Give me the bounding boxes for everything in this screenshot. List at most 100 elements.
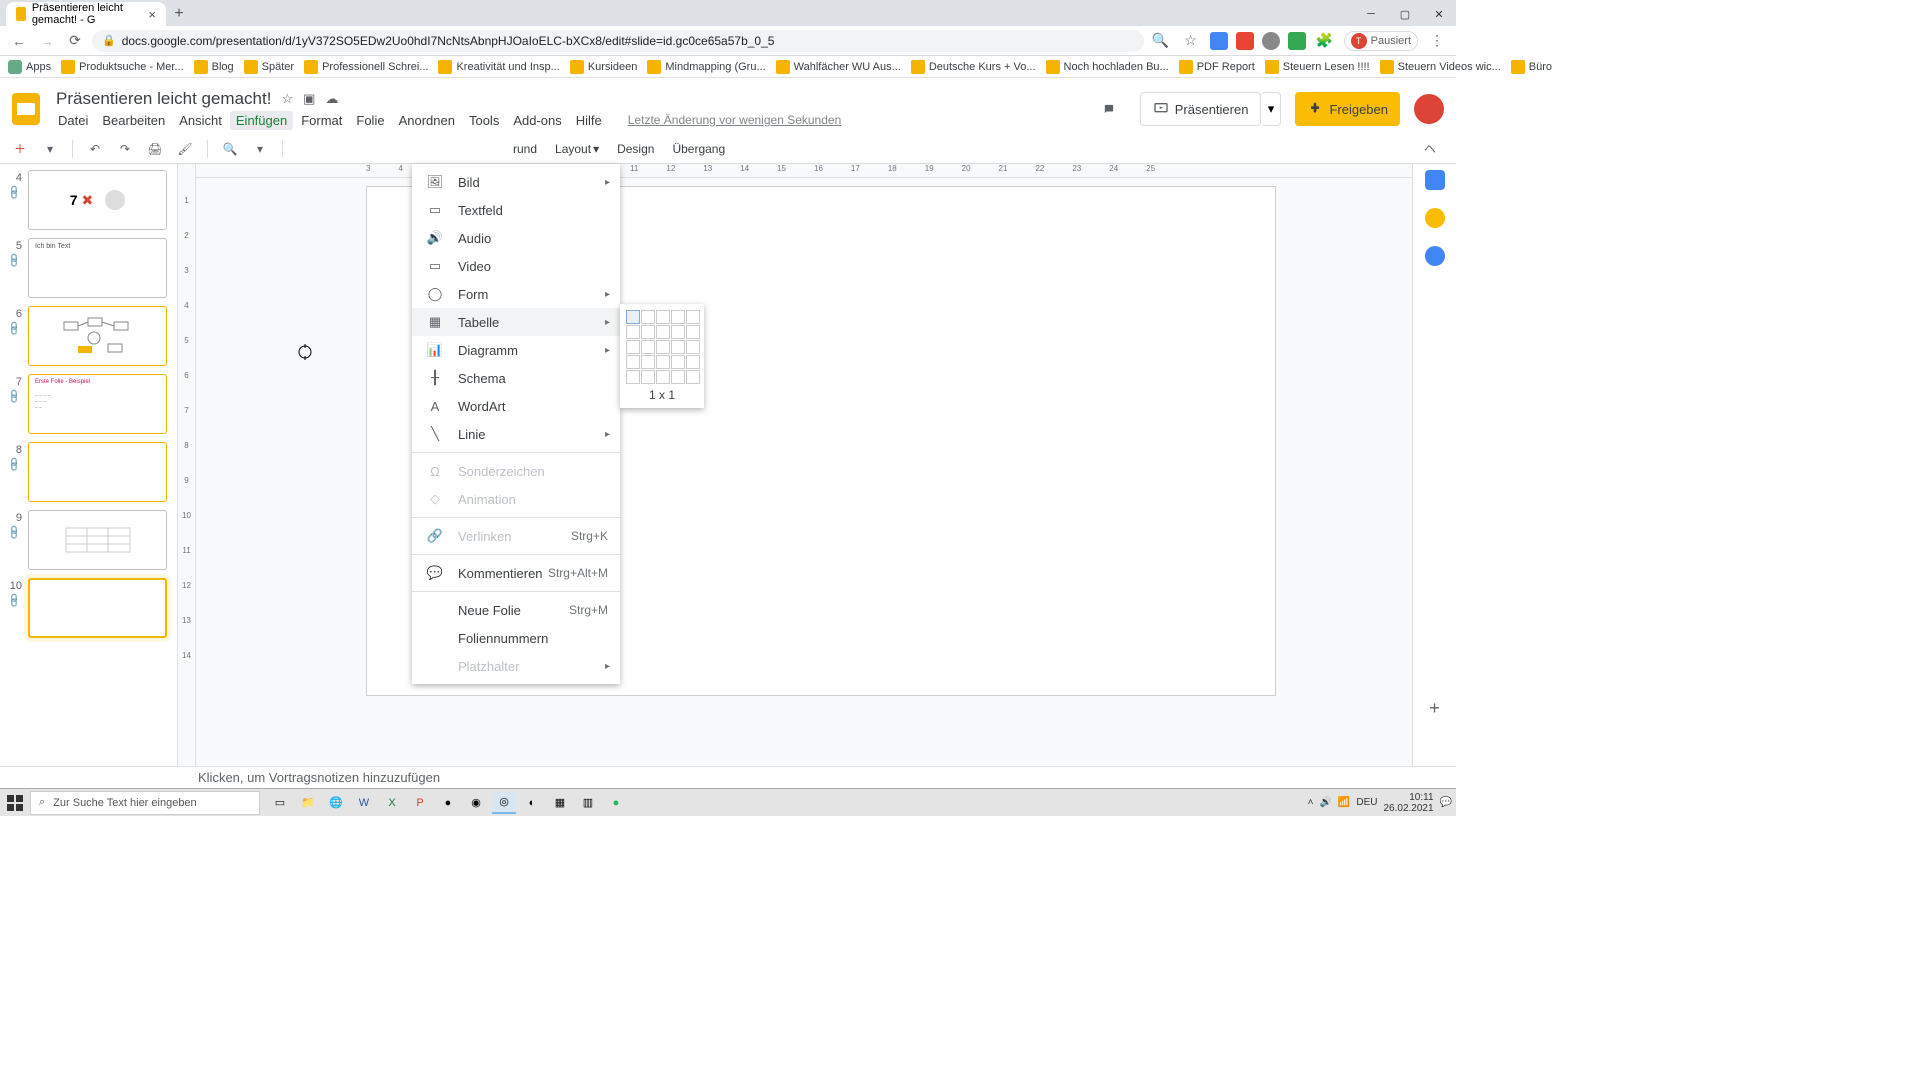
grid-cell[interactable]	[626, 370, 640, 384]
wifi-icon[interactable]: 📶	[1338, 797, 1350, 808]
chrome-menu-icon[interactable]: ⋮	[1426, 30, 1448, 52]
grid-cell[interactable]	[671, 310, 685, 324]
extension-icon[interactable]	[1236, 32, 1254, 50]
present-button[interactable]: Präsentieren	[1140, 92, 1262, 126]
bookmark-item[interactable]: Büro	[1511, 60, 1552, 74]
slide-thumbnail[interactable]: 7✖	[28, 170, 167, 230]
grid-cell[interactable]	[626, 340, 640, 354]
cursor-tool-button[interactable]	[293, 137, 307, 161]
edge-icon[interactable]: 🌐	[324, 792, 348, 814]
menu-item-tools[interactable]: Tools	[463, 111, 505, 130]
slide-row[interactable]: 7🔗Erste Folie - Beispiel– – – –– – –– –	[0, 372, 177, 440]
collapse-toolbar-button[interactable]: ヘ	[1418, 137, 1442, 161]
explorer-icon[interactable]: 📁	[296, 792, 320, 814]
task-view-icon[interactable]: ▭	[268, 792, 292, 814]
background-label-suffix[interactable]: rund	[513, 142, 537, 156]
star-icon[interactable]: ☆	[281, 91, 293, 107]
undo-button[interactable]: ↶	[83, 137, 107, 161]
grid-cell[interactable]	[626, 310, 640, 324]
bookmark-item[interactable]: Produktsuche - Mer...	[61, 60, 184, 74]
redo-button[interactable]: ↷	[113, 137, 137, 161]
grid-cell[interactable]	[686, 370, 700, 384]
bookmark-item[interactable]: Noch hochladen Bu...	[1046, 60, 1169, 74]
extensions-menu-icon[interactable]: 🧩	[1314, 30, 1336, 52]
zoom-button[interactable]: 🔍	[218, 137, 242, 161]
menu-item-datei[interactable]: Datei	[52, 111, 94, 130]
start-button[interactable]	[0, 795, 30, 811]
menu-item-textfeld[interactable]: ▭Textfeld	[412, 196, 620, 224]
extension-icon[interactable]	[1262, 32, 1280, 50]
slides-logo-icon[interactable]	[8, 91, 44, 127]
grid-cell[interactable]	[641, 355, 655, 369]
paint-format-button[interactable]: 🖌	[173, 137, 197, 161]
menu-item-foliennummern[interactable]: Foliennummern	[412, 624, 620, 652]
comment-history-button[interactable]	[1092, 92, 1126, 126]
calendar-icon[interactable]	[1425, 170, 1445, 190]
star-icon[interactable]: ☆	[1180, 30, 1202, 52]
menu-item-tabelle[interactable]: ▦Tabelle▸	[412, 308, 620, 336]
grid-cell[interactable]	[686, 355, 700, 369]
chevron-up-icon[interactable]: ˄	[1308, 797, 1314, 808]
close-tab-icon[interactable]: ×	[148, 7, 156, 22]
menu-item-anordnen[interactable]: Anordnen	[393, 111, 461, 130]
menu-item-diagramm[interactable]: 📊Diagramm▸	[412, 336, 620, 364]
new-slide-button[interactable]: ＋	[8, 137, 32, 161]
slide-thumbnail[interactable]	[28, 510, 167, 570]
menu-item-folie[interactable]: Folie	[350, 111, 390, 130]
excel-icon[interactable]: X	[380, 792, 404, 814]
slide-thumbnail[interactable]: Ich bin Text	[28, 238, 167, 298]
grid-cell[interactable]	[656, 325, 670, 339]
extension-icon[interactable]	[1288, 32, 1306, 50]
grid-cell[interactable]	[686, 325, 700, 339]
menu-item-hilfe[interactable]: Hilfe	[570, 111, 608, 130]
forward-button[interactable]: →	[36, 30, 58, 52]
app-icon[interactable]: ●	[436, 792, 460, 814]
filmstrip[interactable]: 4🔗7✖5🔗Ich bin Text6🔗7🔗Erste Folie - Beis…	[0, 164, 178, 766]
bookmark-item[interactable]: Blog	[194, 60, 234, 74]
slide-row[interactable]: 8🔗	[0, 440, 177, 508]
notifications-icon[interactable]: 💬	[1440, 797, 1452, 808]
menu-item-einfügen[interactable]: Einfügen	[230, 111, 293, 130]
menu-item-wordart[interactable]: AWordArt	[412, 392, 620, 420]
minimize-button[interactable]: ─	[1354, 2, 1388, 26]
share-button[interactable]: Freigeben	[1295, 92, 1400, 126]
bookmark-item[interactable]: PDF Report	[1179, 60, 1255, 74]
move-icon[interactable]: ▣	[303, 91, 315, 107]
grid-cell[interactable]	[641, 325, 655, 339]
grid-cell[interactable]	[656, 355, 670, 369]
menu-item-add-ons[interactable]: Add-ons	[507, 111, 567, 130]
grid-cell[interactable]	[671, 340, 685, 354]
system-tray[interactable]: ˄ 🔊 📶 DEU 10:11 26.02.2021 💬	[1308, 792, 1456, 814]
clock[interactable]: 10:11 26.02.2021	[1383, 792, 1433, 814]
menu-item-bild[interactable]: 🖼Bild▸	[412, 168, 620, 196]
grid-cell[interactable]	[671, 355, 685, 369]
bookmark-item[interactable]: Kreativität und Insp...	[438, 60, 559, 74]
grid-cell[interactable]	[641, 340, 655, 354]
menu-item-bearbeiten[interactable]: Bearbeiten	[96, 111, 171, 130]
menu-item-form[interactable]: ◯Form▸	[412, 280, 620, 308]
powerpoint-icon[interactable]: P	[408, 792, 432, 814]
close-window-button[interactable]: ✕	[1422, 2, 1456, 26]
extension-icon[interactable]	[1210, 32, 1228, 50]
maximize-button[interactable]: ▢	[1388, 2, 1422, 26]
slide-row[interactable]: 5🔗Ich bin Text	[0, 236, 177, 304]
menu-item-format[interactable]: Format	[295, 111, 348, 130]
print-button[interactable]: 🖨	[143, 137, 167, 161]
menu-item-audio[interactable]: 🔊Audio	[412, 224, 620, 252]
bookmark-item[interactable]: Später	[244, 60, 294, 74]
tasks-icon[interactable]	[1425, 246, 1445, 266]
transition-button[interactable]: Übergang	[672, 142, 725, 156]
app-icon[interactable]: ▥	[576, 792, 600, 814]
bookmark-item[interactable]: Steuern Lesen !!!!	[1265, 60, 1370, 74]
grid-cell[interactable]	[671, 325, 685, 339]
speaker-notes[interactable]: Klicken, um Vortragsnotizen hinzuzufügen	[0, 766, 1456, 788]
bookmark-item[interactable]: Professionell Schrei...	[304, 60, 428, 74]
word-icon[interactable]: W	[352, 792, 376, 814]
account-avatar[interactable]	[1414, 94, 1444, 124]
app-icon[interactable]: ▦	[548, 792, 572, 814]
volume-icon[interactable]: 🔊	[1319, 797, 1331, 808]
spotify-icon[interactable]: ●	[604, 792, 628, 814]
menu-item-video[interactable]: ▭Video	[412, 252, 620, 280]
zoom-icon[interactable]: 🔍	[1150, 30, 1172, 52]
bookmark-item[interactable]: Mindmapping (Gru...	[647, 60, 765, 74]
